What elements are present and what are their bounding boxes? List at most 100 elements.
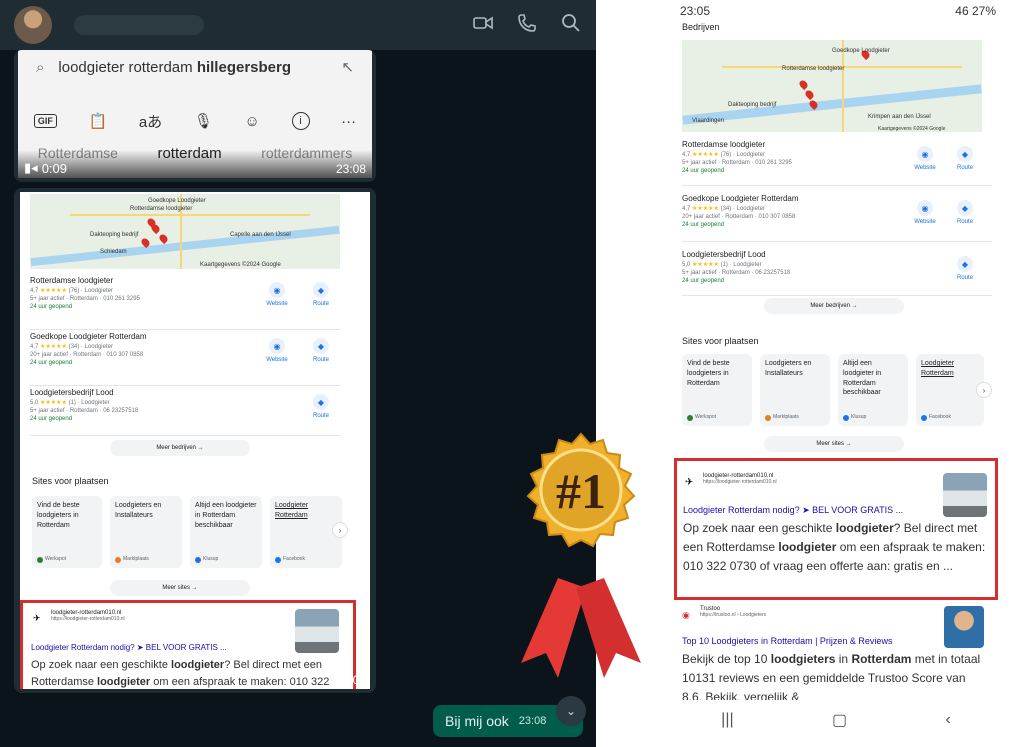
ribbon-right: [576, 578, 641, 678]
website-button[interactable]: ◉ Website: [910, 200, 940, 225]
result-title[interactable]: Top 10 Loodgieters in Rotterdam | Prijze…: [682, 636, 892, 646]
result-thumbnail: [943, 473, 987, 517]
globe-icon: ◉: [917, 146, 933, 162]
business-item[interactable]: Rotterdamse loodgieter 4,7 ★★★★★ (76) · …: [30, 276, 340, 330]
top-search-result[interactable]: ✈ loodgieter-rotterdam010.nl https://loo…: [20, 600, 356, 689]
site-favicon: ◉: [682, 610, 690, 620]
sites-heading: Sites voor plaatsen: [32, 476, 109, 486]
site-favicon: ✈: [685, 477, 694, 488]
more-businesses-button[interactable]: Meer bedrijven →: [110, 440, 250, 456]
site-card[interactable]: Loodgieters en Installateurs Marktplaats: [760, 354, 830, 426]
status-bar: 23:05 46 27%: [680, 4, 996, 18]
route-button[interactable]: ◆ Route: [950, 146, 980, 171]
route-button[interactable]: ◆ Route: [950, 256, 980, 281]
gif-icon[interactable]: GIF: [33, 114, 57, 128]
map-label: Schiedam: [100, 249, 127, 255]
chevron-right-icon[interactable]: ›: [976, 382, 992, 398]
sites-heading: Sites voor plaatsen: [682, 336, 759, 346]
map-label: Krimpen aan den IJssel: [868, 114, 931, 120]
android-nav-bar: ||| ▢ ‹: [672, 700, 1000, 740]
video-call-icon[interactable]: [472, 12, 494, 34]
route-button[interactable]: ◆ Route: [306, 282, 336, 307]
result-title[interactable]: Loodgieter Rotterdam nodig? ➤ BEL VOOR G…: [31, 643, 227, 652]
map-label: Dakteoping bedrijf: [90, 232, 139, 238]
rank-badge: #1: [521, 432, 641, 678]
site-card[interactable]: Vind de beste loodgieters in Rotterdam We…: [682, 354, 752, 426]
search-icon[interactable]: [560, 12, 582, 34]
ribbon-left: [521, 578, 586, 678]
search-icon: ⌕: [36, 58, 45, 76]
search-bar: ⌕ loodgieter rotterdam hillegersberg ↖: [18, 52, 372, 82]
keyboard-toolbar: GIF 📋 aあ 🎙 ☺ i ···: [18, 106, 372, 136]
route-button[interactable]: ◆ Route: [306, 338, 336, 363]
avatar[interactable]: [14, 6, 52, 44]
result-thumbnail: [295, 609, 339, 653]
second-search-result[interactable]: ◉ Trustoo https://trustoo.nl › Loodgiete…: [682, 604, 992, 700]
site-card[interactable]: Loodgieters en Installateurs Marktplaats: [110, 496, 182, 568]
video-duration: ▮◂ 0:09: [24, 160, 67, 176]
phone-call-icon[interactable]: [516, 12, 538, 34]
business-item[interactable]: Loodgietersbedrijf Lood 5,0 ★★★★★ (1) · …: [30, 388, 340, 436]
mic-icon[interactable]: 🎙: [194, 112, 213, 130]
globe-icon: ◉: [269, 282, 285, 298]
site-card[interactable]: Loodgieter Rotterdam Facebook: [916, 354, 984, 426]
business-item[interactable]: Goedkope Loodgieter Rotterdam 4,7 ★★★★★ …: [30, 332, 340, 386]
map-label: Dakteoping bedrijf: [728, 102, 777, 108]
site-card[interactable]: Vind de beste loodgieters in Rotterdam We…: [32, 496, 102, 568]
site-card[interactable]: Altijd een loodgieter in Rotterdam besch…: [190, 496, 262, 568]
map-label: Kaartgegevens ©2024 Google: [878, 126, 946, 132]
chat-header: [0, 0, 596, 50]
map-label: Vlaardingen: [692, 118, 725, 124]
route-button[interactable]: ◆ Route: [950, 200, 980, 225]
map[interactable]: Goedkope Loodgieter Rotterdamse loodgiet…: [30, 194, 340, 269]
video-message-bubble[interactable]: ⌕ loodgieter rotterdam hillegersberg ↖ G…: [14, 50, 376, 182]
badge-text: #1: [556, 463, 606, 519]
more-sites-button[interactable]: Meer sites →: [764, 436, 904, 452]
clipboard-icon[interactable]: 📋: [88, 112, 107, 130]
map-label: Rotterdamse loodgieter: [130, 206, 193, 212]
search-query-text: loodgieter rotterdam: [58, 58, 197, 76]
directions-icon: ◆: [313, 338, 329, 354]
top-search-result[interactable]: ✈ loodgieter-rotterdam010.nl https://loo…: [674, 458, 998, 600]
back-icon[interactable]: ‹: [945, 711, 950, 729]
business-item[interactable]: Goedkope Loodgieter Rotterdam 4,7 ★★★★★ …: [682, 194, 992, 242]
scroll-down-button[interactable]: ⌄: [556, 696, 586, 726]
info-icon[interactable]: i: [291, 112, 310, 130]
site-card[interactable]: Altijd een loodgieter in Rotterdam besch…: [838, 354, 908, 426]
globe-icon: ◉: [269, 338, 285, 354]
directions-icon: ◆: [313, 394, 329, 410]
website-button[interactable]: ◉ Website: [262, 338, 292, 363]
more-icon[interactable]: ···: [341, 113, 356, 130]
video-camera-icon: ▮◂: [24, 160, 38, 175]
message-timestamp: 23:08: [335, 162, 366, 176]
map-label: Kaartgegevens ©2024 Google: [200, 262, 281, 268]
image-message-bubble[interactable]: Goedkope Loodgieter Rotterdamse loodgiet…: [14, 188, 376, 693]
map-label: Goedkope Loodgieter: [832, 48, 890, 54]
website-button[interactable]: ◉ Website: [910, 146, 940, 171]
arrow-up-left-icon: ↖: [341, 59, 354, 76]
directions-icon: ◆: [957, 146, 973, 162]
business-item[interactable]: Rotterdamse loodgieter 4,7 ★★★★★ (76) · …: [682, 140, 992, 186]
result-title[interactable]: Loodgieter Rotterdam nodig? ➤ BEL VOOR G…: [683, 505, 903, 516]
website-button[interactable]: ◉ Website: [262, 282, 292, 307]
more-sites-button[interactable]: Meer sites →: [110, 580, 250, 596]
map[interactable]: Goedkope Loodgieter Rotterdamse loodgiet…: [682, 40, 982, 132]
translate-icon[interactable]: aあ: [139, 111, 162, 132]
home-icon[interactable]: ▢: [832, 710, 847, 730]
contact-name-redacted[interactable]: [74, 15, 204, 35]
site-card[interactable]: Loodgieter Rotterdam Facebook: [270, 496, 342, 568]
directions-icon: ◆: [313, 282, 329, 298]
map-label: Goedkope Loodgieter: [148, 198, 206, 204]
directions-icon: ◆: [957, 256, 973, 272]
businesses-heading: Bedrijven: [682, 22, 720, 32]
result-thumbnail: [944, 606, 984, 648]
sticker-icon[interactable]: ☺: [245, 113, 260, 130]
recent-apps-icon[interactable]: |||: [721, 711, 733, 729]
chevron-right-icon[interactable]: ›: [332, 522, 348, 538]
route-button[interactable]: ◆ Route: [306, 394, 336, 419]
business-item[interactable]: Loodgietersbedrijf Lood 5,0 ★★★★★ (1) · …: [682, 250, 992, 296]
chevron-down-icon: ⌄: [565, 704, 577, 718]
message-timestamp: 23:08: [335, 673, 366, 687]
more-businesses-button[interactable]: Meer bedrijven →: [764, 298, 904, 314]
map-label: Capelle aan den IJssel: [230, 232, 291, 238]
